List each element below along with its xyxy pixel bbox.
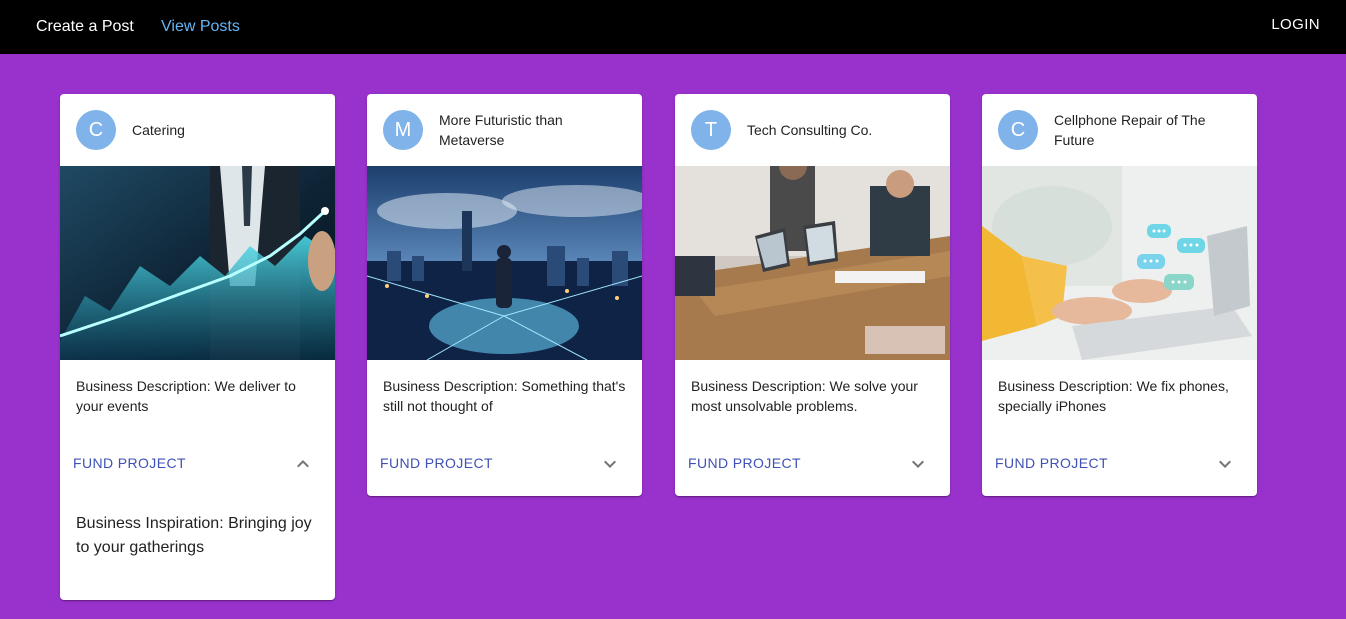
chevron-down-icon[interactable]	[1213, 452, 1237, 476]
nav-create-post-link[interactable]: Create a Post	[36, 17, 134, 37]
card-inspiration: Business Inspiration: Bringing joy to yo…	[76, 515, 312, 556]
post-card: M More Futuristic than Metaverse Busines…	[367, 94, 642, 496]
card-actions: FUND PROJECT	[367, 432, 642, 496]
chevron-down-icon[interactable]	[598, 452, 622, 476]
card-description: Business Description: We solve your most…	[691, 378, 918, 414]
card-title: Tech Consulting Co.	[747, 122, 873, 138]
card-title: Cellphone Repair of The Future	[1054, 112, 1206, 148]
post-card: C Cellphone Repair of The Future Busines…	[982, 94, 1257, 496]
fund-project-button[interactable]: FUND PROJECT	[73, 455, 186, 471]
card-header: T Tech Consulting Co.	[675, 94, 950, 166]
card-header: C Catering	[60, 94, 335, 166]
avatar: M	[383, 110, 423, 150]
card-image-futuristic-city	[367, 166, 642, 360]
card-actions: FUND PROJECT	[60, 432, 335, 496]
avatar: C	[998, 110, 1038, 150]
card-description: Business Description: We deliver to your…	[76, 378, 296, 414]
chevron-up-icon[interactable]	[291, 452, 315, 476]
avatar: T	[691, 110, 731, 150]
card-header: C Cellphone Repair of The Future	[982, 94, 1257, 166]
avatar: C	[76, 110, 116, 150]
post-card: C Catering Business Description: We deli…	[60, 94, 335, 600]
card-actions: FUND PROJECT	[982, 432, 1257, 496]
card-image-office-meeting	[675, 166, 950, 360]
card-actions: FUND PROJECT	[675, 432, 950, 496]
top-navbar: Create a Post View Posts LOGIN	[0, 0, 1346, 54]
fund-project-button[interactable]: FUND PROJECT	[380, 455, 493, 471]
chevron-down-icon[interactable]	[906, 452, 930, 476]
fund-project-button[interactable]: FUND PROJECT	[688, 455, 801, 471]
card-description: Business Description: Something that's s…	[383, 378, 626, 414]
post-card: T Tech Consulting Co. Business Descripti…	[675, 94, 950, 496]
card-image-laptop-chat	[982, 166, 1257, 360]
card-title: Catering	[132, 122, 185, 138]
card-description: Business Description: We fix phones, spe…	[998, 378, 1229, 414]
card-image-business-growth	[60, 166, 335, 360]
card-header: M More Futuristic than Metaverse	[367, 94, 642, 166]
card-title: More Futuristic than Metaverse	[439, 112, 563, 148]
login-button[interactable]: LOGIN	[1271, 16, 1320, 33]
nav-view-posts-link[interactable]: View Posts	[161, 17, 240, 37]
fund-project-button[interactable]: FUND PROJECT	[995, 455, 1108, 471]
